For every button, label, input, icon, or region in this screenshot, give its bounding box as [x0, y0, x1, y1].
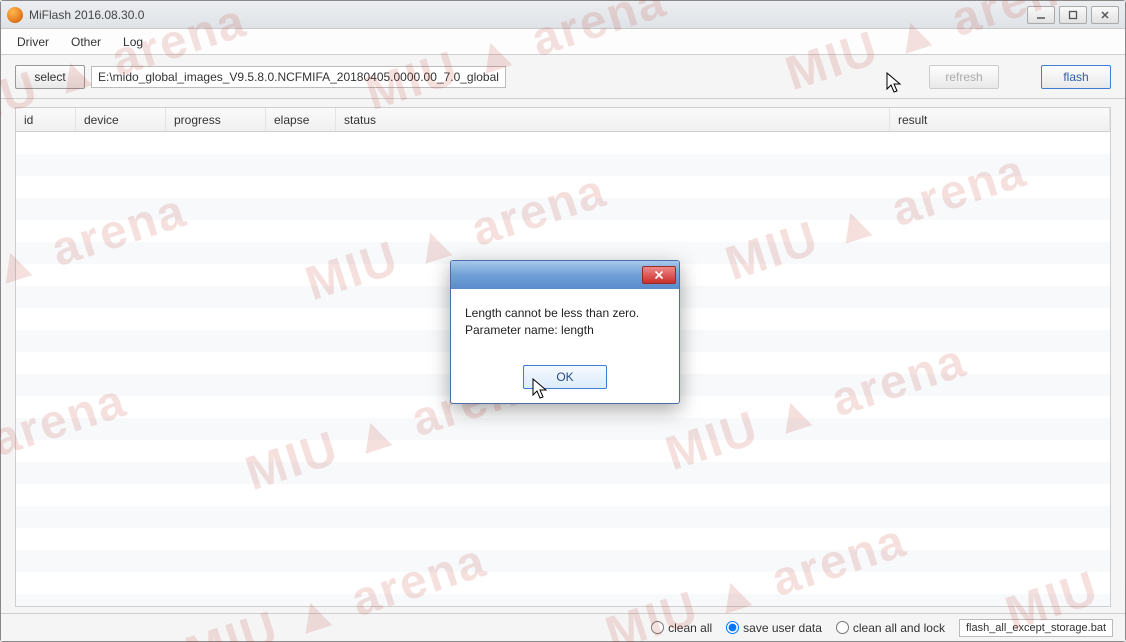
refresh-button[interactable]: refresh	[929, 65, 999, 89]
flash-button[interactable]: flash	[1041, 65, 1111, 89]
col-id[interactable]: id	[16, 108, 76, 131]
dialog-titlebar[interactable]	[451, 261, 679, 289]
dialog-message: Length cannot be less than zero. Paramet…	[451, 289, 679, 359]
radio-clean-all-input[interactable]	[651, 621, 664, 634]
dialog-message-line2: Parameter name: length	[465, 322, 665, 339]
radio-save-user-data-label: save user data	[743, 621, 822, 635]
dialog-footer: OK	[451, 359, 679, 403]
table-header: id device progress elapse status result	[16, 108, 1110, 132]
col-elapse[interactable]: elapse	[266, 108, 336, 131]
close-button[interactable]	[1091, 6, 1119, 24]
status-file: flash_all_except_storage.bat	[959, 619, 1113, 637]
col-status[interactable]: status	[336, 108, 890, 131]
col-progress[interactable]: progress	[166, 108, 266, 131]
radio-clean-all-lock-label: clean all and lock	[853, 621, 945, 635]
maximize-button[interactable]	[1059, 6, 1087, 24]
radio-clean-all-label: clean all	[668, 621, 712, 635]
minimize-button[interactable]	[1027, 6, 1055, 24]
dialog-message-line1: Length cannot be less than zero.	[465, 305, 665, 322]
path-input[interactable]	[91, 66, 506, 88]
menu-log[interactable]: Log	[113, 31, 153, 53]
radio-save-user-data[interactable]: save user data	[726, 621, 822, 635]
window-controls	[1027, 6, 1119, 24]
toolbar: select refresh flash	[1, 55, 1125, 99]
menubar: Driver Other Log	[1, 29, 1125, 55]
menu-driver[interactable]: Driver	[7, 31, 59, 53]
minimize-icon	[1036, 10, 1046, 20]
statusbar: clean all save user data clean all and l…	[1, 613, 1125, 641]
titlebar: MiFlash 2016.08.30.0	[1, 1, 1125, 29]
menu-other[interactable]: Other	[61, 31, 111, 53]
col-device[interactable]: device	[76, 108, 166, 131]
radio-save-user-data-input[interactable]	[726, 621, 739, 634]
select-button[interactable]: select	[15, 65, 85, 89]
radio-clean-all[interactable]: clean all	[651, 621, 712, 635]
close-icon	[654, 270, 664, 280]
col-result[interactable]: result	[890, 108, 1110, 131]
maximize-icon	[1068, 10, 1078, 20]
radio-clean-all-lock-input[interactable]	[836, 621, 849, 634]
radio-clean-all-lock[interactable]: clean all and lock	[836, 621, 945, 635]
dialog-close-button[interactable]	[642, 266, 676, 284]
dialog-ok-button[interactable]: OK	[523, 365, 607, 389]
close-icon	[1100, 10, 1110, 20]
window-title: MiFlash 2016.08.30.0	[29, 8, 1027, 22]
app-icon	[7, 7, 23, 23]
error-dialog: Length cannot be less than zero. Paramet…	[450, 260, 680, 404]
